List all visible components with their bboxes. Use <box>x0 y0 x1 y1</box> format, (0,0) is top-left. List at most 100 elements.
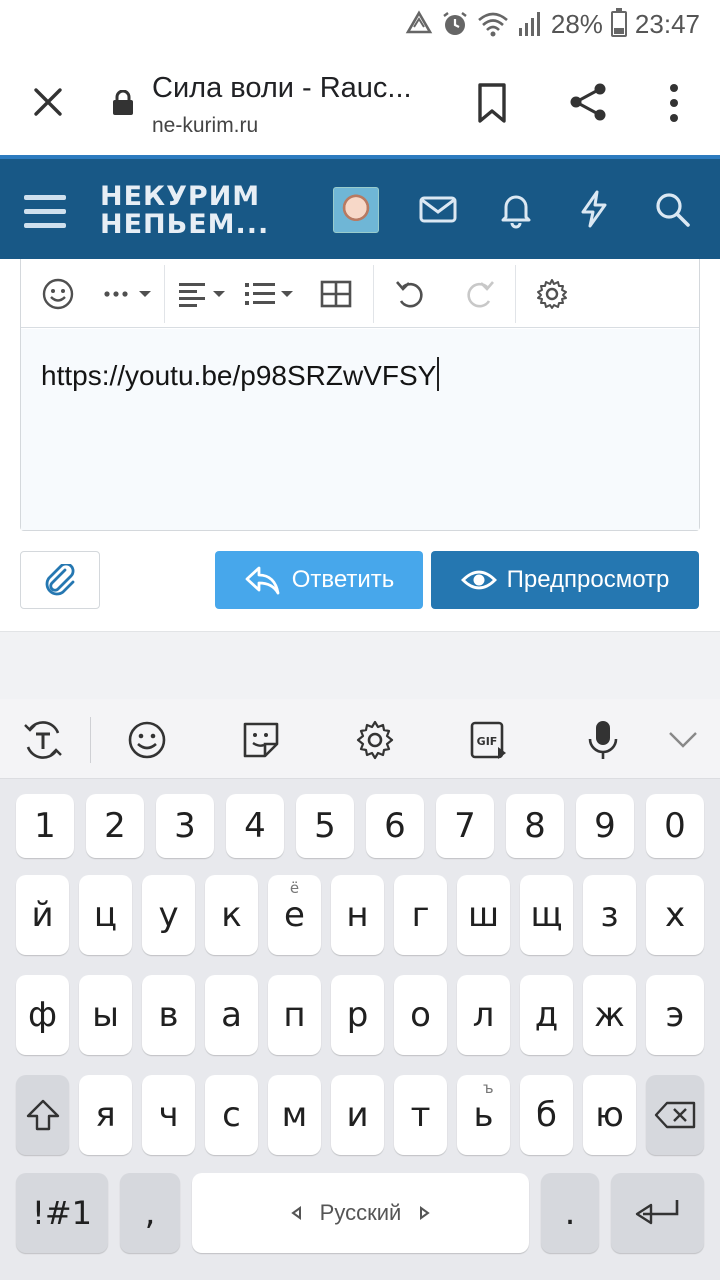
key-2[interactable]: 2 <box>86 794 144 858</box>
recycle-icon <box>405 10 433 34</box>
key-е-label: е <box>284 895 305 935</box>
page-url[interactable]: ne-kurim.ru <box>152 114 258 138</box>
key-4[interactable]: 4 <box>226 794 284 858</box>
key-6[interactable]: 6 <box>366 794 424 858</box>
search-icon[interactable] <box>652 189 692 229</box>
comma-key[interactable]: , <box>120 1173 180 1253</box>
key-г[interactable]: г <box>394 875 447 955</box>
more-options-icon[interactable] <box>101 277 157 311</box>
arrow-left-icon <box>290 1206 301 1220</box>
page-title[interactable]: Сила воли - Rauc... <box>152 72 412 105</box>
key-н[interactable]: н <box>331 875 384 955</box>
editor-toolbar <box>21 259 699 328</box>
key-а[interactable]: а <box>205 975 258 1055</box>
collapse-keyboard-icon[interactable] <box>662 719 704 761</box>
reply-button[interactable]: Ответить <box>215 551 423 609</box>
key-9[interactable]: 9 <box>576 794 634 858</box>
share-icon[interactable] <box>566 80 610 124</box>
signal-icon <box>518 12 540 36</box>
key-с[interactable]: с <box>205 1075 258 1155</box>
key-к[interactable]: к <box>205 875 258 955</box>
key-ж[interactable]: ж <box>583 975 636 1055</box>
space-label: Русский <box>319 1200 402 1225</box>
eye-icon <box>460 570 497 590</box>
menu-icon[interactable] <box>22 191 68 231</box>
key-д[interactable]: д <box>520 975 573 1055</box>
reply-icon <box>245 566 280 595</box>
soft-keyboard: GIF 1 2 3 4 5 6 7 8 9 0 й ц у к ёе н г ш… <box>0 699 720 1280</box>
mail-icon[interactable] <box>418 189 458 229</box>
emoji-icon[interactable] <box>126 719 168 761</box>
key-б[interactable]: б <box>520 1075 573 1155</box>
lightning-icon[interactable] <box>574 189 614 229</box>
table-icon[interactable] <box>319 277 353 311</box>
key-щ[interactable]: щ <box>520 875 573 955</box>
settings-icon[interactable] <box>535 277 569 311</box>
alarm-icon <box>443 12 467 35</box>
align-icon[interactable] <box>177 277 233 311</box>
key-ч[interactable]: ч <box>142 1075 195 1155</box>
key-т[interactable]: т <box>394 1075 447 1155</box>
preview-button[interactable]: Предпросмотр <box>431 551 699 609</box>
close-icon[interactable] <box>26 80 70 124</box>
editor-textarea[interactable]: https://youtu.be/p98SRZwVFSY <box>21 329 699 530</box>
key-п[interactable]: п <box>268 975 321 1055</box>
preview-label: Предпросмотр <box>506 566 670 593</box>
keyboard-settings-icon[interactable] <box>354 719 396 761</box>
key-ь[interactable]: ъь <box>457 1075 510 1155</box>
key-ц[interactable]: ц <box>79 875 132 955</box>
shift-key[interactable] <box>16 1075 69 1155</box>
enter-icon <box>635 1200 678 1225</box>
key-х[interactable]: х <box>646 875 704 955</box>
key-и[interactable]: и <box>331 1075 384 1155</box>
undo-icon[interactable] <box>393 277 427 311</box>
space-key[interactable]: Русский <box>192 1173 529 1253</box>
key-у[interactable]: у <box>142 875 195 955</box>
key-0[interactable]: 0 <box>646 794 704 858</box>
smiley-icon[interactable] <box>41 277 75 311</box>
clock: 23:47 <box>634 8 700 39</box>
key-ю[interactable]: ю <box>583 1075 636 1155</box>
key-в[interactable]: в <box>142 975 195 1055</box>
microphone-icon[interactable] <box>582 719 624 761</box>
backspace-key[interactable] <box>646 1075 704 1155</box>
symbols-key[interactable]: !#1 <box>16 1173 108 1253</box>
page-footer-strip <box>0 631 720 699</box>
status-bar: 28% 23:47 <box>0 0 720 48</box>
avatar[interactable] <box>333 187 379 233</box>
battery-icon <box>610 8 627 37</box>
key-5[interactable]: 5 <box>296 794 354 858</box>
key-й[interactable]: й <box>16 875 69 955</box>
key-р[interactable]: р <box>331 975 384 1055</box>
text-transform-icon[interactable] <box>22 719 64 761</box>
sticker-icon[interactable] <box>240 719 282 761</box>
enter-key[interactable] <box>611 1173 704 1253</box>
key-ы[interactable]: ы <box>79 975 132 1055</box>
key-я[interactable]: я <box>79 1075 132 1155</box>
battery-percent: 28% <box>550 8 603 39</box>
key-э[interactable]: э <box>646 975 704 1055</box>
key-ш[interactable]: ш <box>457 875 510 955</box>
bell-icon[interactable] <box>496 189 536 229</box>
more-vert-icon[interactable] <box>660 82 688 124</box>
site-logo[interactable]: НЕКУРИМ НЕПЬЕМ... <box>100 183 269 239</box>
key-7[interactable]: 7 <box>436 794 494 858</box>
text-caret <box>437 357 440 391</box>
period-key[interactable]: . <box>541 1173 599 1253</box>
key-ф[interactable]: ф <box>16 975 69 1055</box>
key-о[interactable]: о <box>394 975 447 1055</box>
paperclip-icon <box>45 564 75 596</box>
key-з[interactable]: з <box>583 875 636 955</box>
gif-icon[interactable]: GIF <box>468 719 510 761</box>
editor-text: https://youtu.be/p98SRZwVFSY <box>41 360 437 391</box>
key-8[interactable]: 8 <box>506 794 564 858</box>
attach-button[interactable] <box>20 551 100 609</box>
key-м[interactable]: м <box>268 1075 321 1155</box>
key-1[interactable]: 1 <box>16 794 74 858</box>
key-е[interactable]: ёе <box>268 875 321 955</box>
list-icon[interactable] <box>243 277 299 311</box>
key-3[interactable]: 3 <box>156 794 214 858</box>
key-л[interactable]: л <box>457 975 510 1055</box>
bookmark-icon[interactable] <box>474 82 510 124</box>
status-icons: 28% 23:47 <box>405 6 700 42</box>
